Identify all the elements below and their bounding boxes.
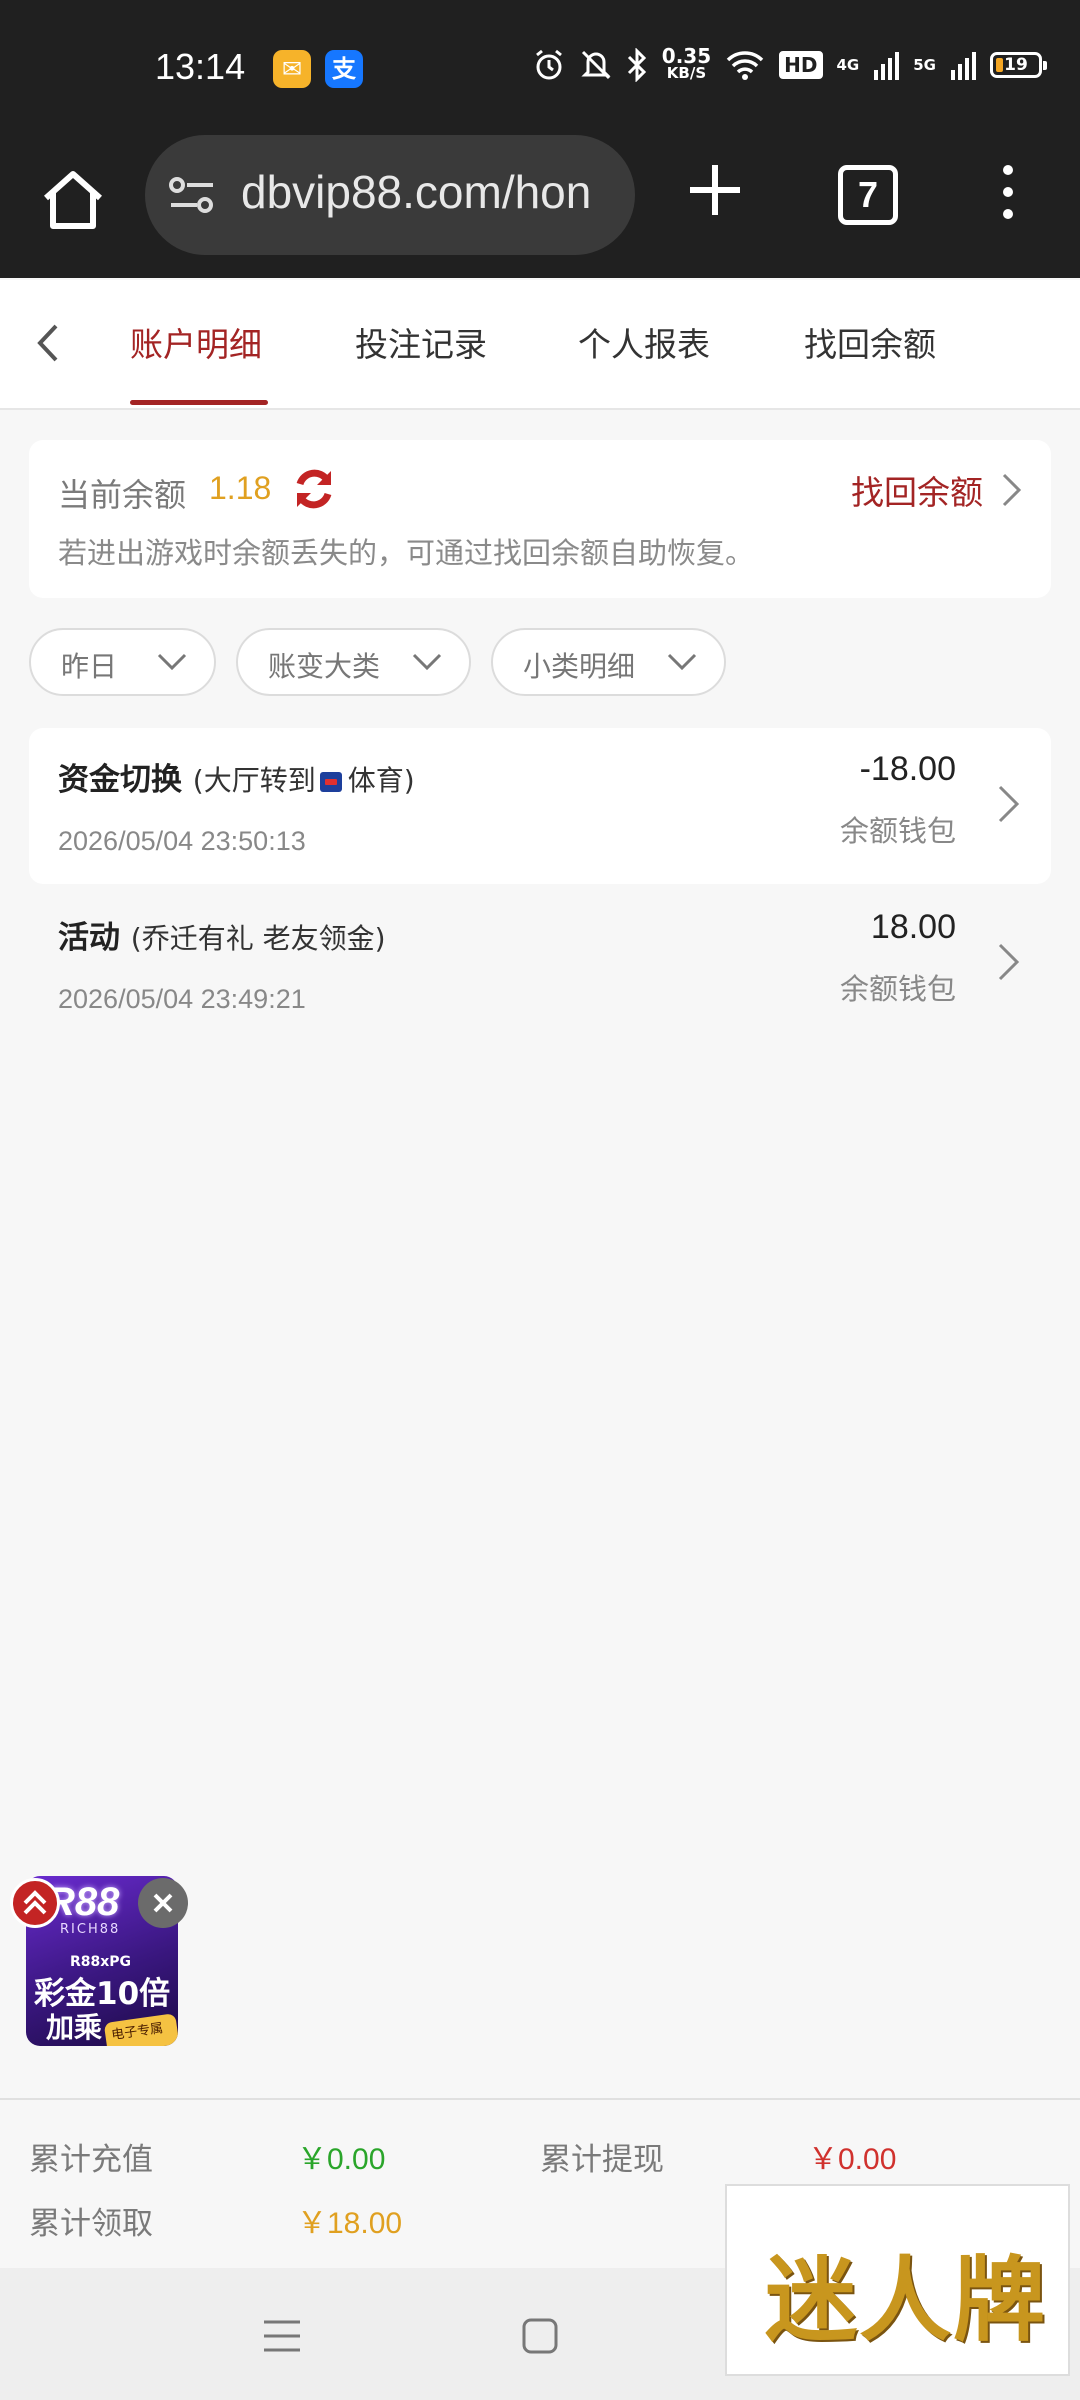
tab-switcher-button[interactable]: 7 [838,165,898,225]
watermark-logo: 迷人牌 [725,2184,1070,2376]
home-square-icon[interactable] [520,2316,560,2356]
browser-toolbar: dbvip88.com/hon 7 [0,130,1080,278]
watermark-text: 迷人牌 [765,2246,1048,2354]
filter-category-label: 账变大类 [268,650,381,683]
recover-balance-link[interactable]: 找回余额 [851,466,1023,514]
record-type: 资金切换 [58,762,182,798]
signal-icon [951,52,976,80]
filter-date-label: 昨日 [61,650,118,683]
bluetooth-icon [627,48,646,82]
site-settings-icon[interactable] [167,175,217,215]
list-item[interactable]: 活动 (乔迁有礼 老友领金) 2026/05/04 23:49:21 18.00… [29,886,1051,1042]
balance-label: 当前余额 [58,476,187,514]
more-menu-icon[interactable] [990,162,1026,222]
tab-bet-records[interactable]: 投注记录 [355,318,487,366]
record-type: 活动 [58,920,120,956]
filter-subcategory-label: 小类明细 [523,650,636,683]
collapse-up-icon[interactable] [10,1878,60,1928]
record-wallet: 余额钱包 [839,814,956,848]
signal-icon [874,52,900,80]
battery-icon: 19 [990,52,1047,78]
claim-total-label: 累计领取 [29,2206,153,2242]
filter-category[interactable]: 账变大类 [236,628,471,696]
record-amount: -18.00 [859,750,956,788]
promo-sub: RICH88 [60,1922,121,1937]
back-arrow-icon[interactable] [28,318,68,368]
promo-subheadline: 加乘 [46,2011,103,2044]
record-wallet: 余额钱包 [839,972,956,1006]
claim-total-value: ￥18.00 [297,2207,403,2240]
chevron-down-icon [667,653,697,671]
tab-personal-report[interactable]: 个人报表 [578,318,710,366]
active-tab-indicator [130,400,268,405]
url-text[interactable]: dbvip88.com/hon [241,165,611,219]
net-speed: 0.35 KB/S [661,44,712,82]
wifi-icon [726,51,764,80]
chevron-down-icon [157,653,187,671]
record-detail: (乔迁有礼 老友领金) [130,922,386,955]
withdraw-total-value: ￥0.00 [808,2143,897,2176]
balance-value: 1.18 [209,470,272,506]
tab-account-detail[interactable]: 账户明细 [130,318,262,366]
mute-icon [581,50,611,80]
url-bar[interactable]: dbvip88.com/hon [145,135,635,255]
alipay-app-icon: 支 [325,50,363,88]
list-item[interactable]: 资金切换 (大厅转到 体育) 2026/05/04 23:50:13 -18.00… [29,728,1051,884]
refresh-icon[interactable] [291,466,337,512]
recents-menu-icon[interactable] [262,2316,302,2356]
floating-promo[interactable]: R88 RICH88 R88xPG 彩金10倍 加乘 电子专属 > [10,1868,188,2046]
balance-card: 当前余额 1.18 找回余额 若进出游戏时余额丢失的，可通过找回余额自助恢复。 [29,440,1051,598]
recover-balance-label: 找回余额 [851,473,983,512]
status-time: 13:14 [155,46,246,87]
record-title: 资金切换 (大厅转到 体育) [58,754,415,799]
deposit-total-value: ￥0.00 [297,2143,386,2176]
new-tab-icon[interactable] [680,155,750,225]
withdraw-total-label: 累计提现 [540,2142,664,2178]
sports-logo-icon [319,772,342,792]
net-5g-label: 5G [913,56,936,74]
promo-badge: 电子专属 > [103,2013,178,2046]
hd-badge: HD [779,51,823,79]
record-time: 2026/05/04 23:50:13 [58,826,306,856]
filter-date[interactable]: 昨日 [29,628,216,696]
record-title: 活动 (乔迁有礼 老友领金) [58,912,386,957]
record-detail: (大厅转到 体育) [192,764,415,797]
mail-app-icon: ✉ [273,50,311,88]
filter-subcategory[interactable]: 小类明细 [491,628,726,696]
balance-tip: 若进出游戏时余额丢失的，可通过找回余额自助恢复。 [58,536,755,570]
net-speed-unit: KB/S [666,64,707,82]
battery-level: 19 [1004,55,1028,75]
deposit-total-label: 累计充值 [29,2142,153,2178]
record-amount: 18.00 [870,908,956,946]
tab-recover-balance[interactable]: 找回余额 [804,318,936,366]
home-icon[interactable] [40,168,106,234]
net-speed-value: 0.35 [661,44,712,68]
net-4g-label: 4G [836,56,860,74]
chevron-right-icon [1002,473,1022,507]
chevron-down-icon [412,653,442,671]
chevron-right-icon [998,785,1020,823]
status-icons: 0.35 KB/S HD 4G 5G 19 [532,44,1047,82]
record-time: 2026/05/04 23:49:21 [58,984,306,1014]
close-icon[interactable] [138,1878,188,1928]
chevron-right-icon [998,943,1020,981]
status-bar: 13:14 ✉ 支 0.35 KB/S HD 4G 5G 19 [0,0,1080,130]
alarm-icon [535,49,562,80]
tab-nav: 账户明细 投注记录 个人报表 找回余额 [0,280,1080,410]
